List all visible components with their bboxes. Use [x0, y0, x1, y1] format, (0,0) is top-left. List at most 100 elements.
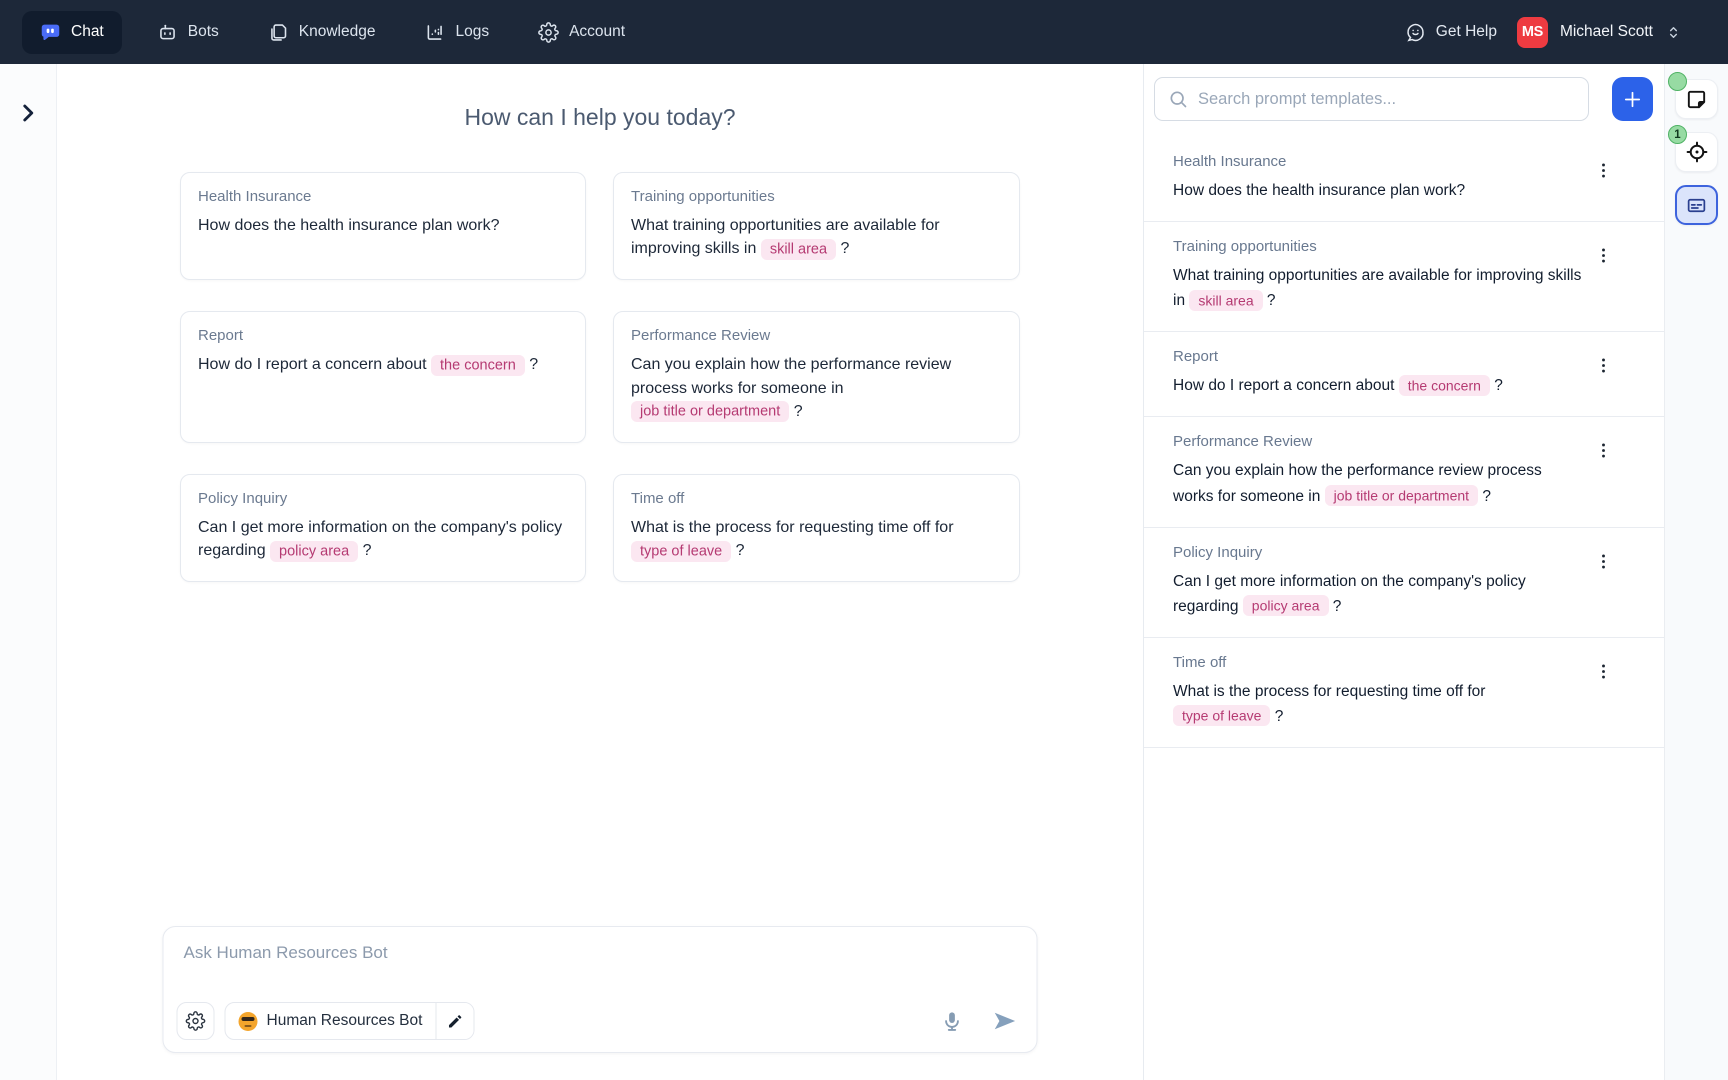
prompt-card[interactable]: ReportHow do I report a concern about th… [180, 311, 586, 443]
badge-dot [1668, 72, 1687, 91]
template-item-text: Can you explain how the performance revi… [1173, 458, 1584, 508]
prompt-templates-panel: Health InsuranceHow does the health insu… [1143, 64, 1664, 1080]
prompt-text: ? [731, 542, 744, 559]
kebab-icon [1594, 244, 1613, 267]
expand-sidebar-button[interactable] [15, 100, 41, 126]
prompt-card[interactable]: Health InsuranceHow does the health insu… [180, 172, 586, 280]
template-item-text: What training opportunities are availabl… [1173, 263, 1584, 313]
kebab-menu-button[interactable] [1592, 660, 1614, 686]
kebab-icon [1594, 660, 1613, 683]
chat-bubble-icon [40, 22, 61, 43]
prompt-text: Can I get more information on the compan… [1173, 573, 1526, 615]
template-list-item[interactable]: Training opportunitiesWhat training oppo… [1144, 222, 1664, 332]
placeholder-pill: policy area [270, 541, 358, 562]
tab-chat-label: Chat [71, 23, 104, 41]
prompt-cards-tool-button[interactable] [1675, 185, 1718, 225]
prompt-card-grid: Health InsuranceHow does the health insu… [180, 172, 1020, 582]
template-item-text: What is the process for requesting time … [1173, 679, 1584, 729]
get-help-button[interactable]: Get Help [1405, 22, 1497, 43]
prompt-card-text: Can you explain how the performance revi… [631, 353, 1002, 423]
placeholder-pill: job title or department [1325, 485, 1478, 506]
message-composer: Human Resources Bot [163, 926, 1038, 1053]
help-smiley-icon [1405, 22, 1426, 43]
template-item-title: Time off [1173, 654, 1584, 671]
tab-account-label: Account [569, 23, 625, 41]
prompt-card-text: What training opportunities are availabl… [631, 214, 1002, 260]
template-item-title: Health Insurance [1173, 153, 1584, 170]
template-item-text: Can I get more information on the compan… [1173, 569, 1584, 619]
avatar: MS [1517, 17, 1548, 48]
template-item-title: Report [1173, 348, 1584, 365]
prompt-text: ? [1270, 708, 1283, 725]
placeholder-pill: type of leave [1173, 705, 1270, 726]
kebab-menu-button[interactable] [1592, 354, 1614, 380]
plus-icon [1621, 88, 1644, 111]
template-list-item[interactable]: Policy InquiryCan I get more information… [1144, 528, 1664, 638]
send-button[interactable] [992, 1008, 1018, 1034]
prompt-card-title: Time off [631, 490, 1002, 507]
kebab-menu-button[interactable] [1592, 159, 1614, 185]
user-name: Michael Scott [1560, 23, 1653, 41]
template-list-item[interactable]: Time off What is the process for requesti… [1144, 638, 1664, 748]
bot-name: Human Resources Bot [267, 1012, 423, 1030]
bot-chip-main: Human Resources Bot [226, 1003, 436, 1039]
kebab-menu-button[interactable] [1592, 550, 1614, 576]
pencil-icon [446, 1013, 463, 1030]
template-search-input[interactable] [1198, 90, 1575, 109]
kebab-menu-button[interactable] [1592, 439, 1614, 465]
target-tool-button[interactable]: 1 [1675, 132, 1718, 172]
unfold-chevrons-icon [1665, 24, 1682, 41]
composer-toolbar: Human Resources Bot [177, 1002, 1018, 1040]
prompt-card-text: How does the health insurance plan work? [198, 214, 568, 237]
message-input[interactable] [184, 943, 1017, 989]
tab-bots[interactable]: Bots [143, 11, 233, 54]
prompt-card[interactable]: Training opportunitiesWhat training oppo… [613, 172, 1020, 280]
tab-logs[interactable]: Logs [410, 11, 503, 54]
tab-chat[interactable]: Chat [22, 11, 122, 54]
placeholder-pill: job title or department [631, 401, 789, 422]
microphone-button[interactable] [941, 1010, 964, 1033]
tab-knowledge[interactable]: Knowledge [254, 11, 390, 54]
prompt-card[interactable]: Performance ReviewCan you explain how th… [613, 311, 1020, 443]
prompt-card-text: What is the process for requesting time … [631, 516, 1002, 562]
chat-main: How can I help you today? Health Insuran… [57, 64, 1143, 1080]
bot-selector-chip[interactable]: Human Resources Bot [225, 1002, 475, 1040]
edit-bot-button[interactable] [435, 1003, 473, 1039]
extension-tool-strip: 1 [1664, 64, 1728, 1080]
gear-icon [538, 22, 559, 43]
tab-bots-label: Bots [188, 23, 219, 41]
nav-right: Get Help MS Michael Scott [1405, 17, 1682, 48]
prompt-text: How do I report a concern about [1173, 377, 1399, 394]
prompt-card[interactable]: Policy InquiryCan I get more information… [180, 474, 586, 582]
greeting-heading: How can I help you today? [464, 104, 735, 131]
nav-tabs: Chat Bots Knowledge Logs [22, 11, 639, 54]
notes-tool-button[interactable] [1675, 79, 1718, 119]
prompt-text: ? [789, 403, 802, 420]
count-badge: 1 [1668, 125, 1687, 144]
placeholder-pill: policy area [1243, 595, 1329, 616]
top-nav: Chat Bots Knowledge Logs [0, 0, 1728, 64]
prompt-card-text: Can I get more information on the compan… [198, 516, 568, 562]
prompt-text: How do I report a concern about [198, 356, 431, 373]
tab-account[interactable]: Account [524, 11, 639, 54]
prompt-text: How does the health insurance plan work? [198, 217, 500, 234]
template-list-item[interactable]: Health InsuranceHow does the health insu… [1144, 137, 1664, 222]
template-list-item[interactable]: Performance Review Can you explain how th… [1144, 417, 1664, 527]
template-list-item[interactable]: Report How do I report a concern about th… [1144, 332, 1664, 417]
search-icon [1168, 89, 1188, 109]
kebab-menu-button[interactable] [1592, 244, 1614, 270]
prompt-card-text: How do I report a concern about the conc… [198, 353, 568, 376]
prompt-text: Can I get more information on the compan… [198, 519, 562, 559]
template-item-title: Performance Review [1173, 433, 1584, 450]
prompt-card[interactable]: Time off What is the process for requesti… [613, 474, 1020, 582]
tab-knowledge-label: Knowledge [299, 23, 376, 41]
kebab-icon [1594, 159, 1613, 182]
crosshair-icon [1685, 140, 1709, 164]
prompt-text: ? [525, 356, 538, 373]
user-menu[interactable]: MS Michael Scott [1517, 17, 1682, 48]
template-search [1154, 77, 1589, 121]
composer-settings-button[interactable] [177, 1002, 215, 1040]
add-template-button[interactable] [1612, 77, 1653, 121]
template-list: Health InsuranceHow does the health insu… [1144, 137, 1664, 748]
template-item-text: How do I report a concern about the conc… [1173, 373, 1584, 398]
